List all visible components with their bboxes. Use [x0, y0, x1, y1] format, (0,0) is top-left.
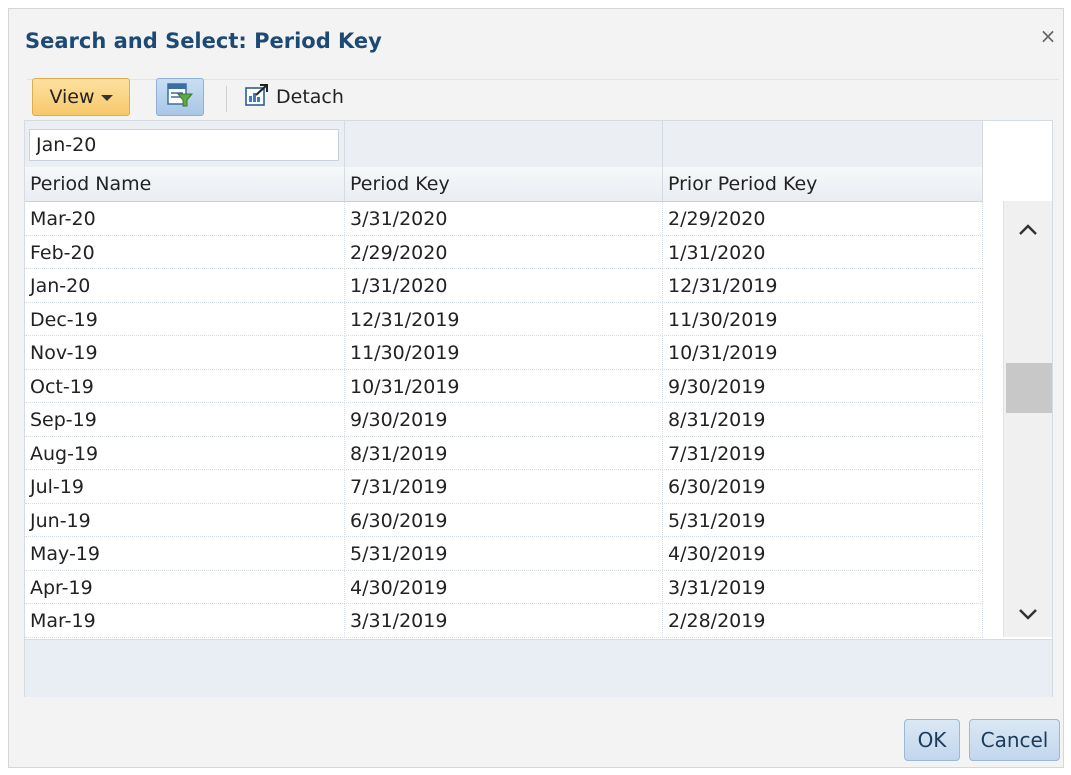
- period-key-cell: 8/31/2019: [345, 436, 663, 470]
- table-row[interactable]: Feb-20 2/29/2020 1/31/2020: [25, 235, 983, 269]
- period-key-cell: 1/31/2020: [345, 269, 663, 302]
- table-footer: [25, 639, 1052, 697]
- period-name-cell: Apr-19: [25, 570, 345, 604]
- period-key-cell: 4/30/2019: [345, 570, 663, 604]
- period-name-cell: May-19: [25, 537, 345, 570]
- chevron-down-icon: [1018, 605, 1038, 624]
- period-key-cell: 11/30/2019: [345, 336, 663, 369]
- period-key-cell: 9/30/2019: [345, 403, 663, 436]
- column-header-period-name[interactable]: Period Name: [25, 167, 345, 201]
- table-body: Mar-20 3/31/2020 2/29/2020 Feb-20 2/29/2…: [25, 202, 983, 638]
- period-key-cell: 3/31/2020: [345, 202, 663, 235]
- table-row[interactable]: Jun-19 6/30/2019 5/31/2019: [25, 503, 983, 537]
- results-table: Period Name Period Key Prior Period Key …: [24, 120, 1053, 697]
- dialog-title: Search and Select: Period Key: [25, 29, 382, 53]
- detach-icon: [244, 83, 270, 112]
- prior-period-key-cell: 10/31/2019: [663, 336, 983, 369]
- detach-label: Detach: [276, 86, 344, 108]
- filter-row: [25, 121, 983, 168]
- view-menu-button[interactable]: View: [32, 78, 130, 116]
- detach-button[interactable]: Detach: [244, 80, 344, 114]
- period-name-cell: Mar-20: [25, 202, 345, 235]
- prior-period-key-cell: 11/30/2019: [663, 302, 983, 336]
- prior-period-key-cell: 9/30/2019: [663, 369, 983, 403]
- table-row[interactable]: Oct-19 10/31/2019 9/30/2019: [25, 369, 983, 403]
- filter-cell-period-key: [345, 121, 663, 167]
- period-name-cell: Sep-19: [25, 403, 345, 436]
- column-header-period-key[interactable]: Period Key: [345, 167, 663, 201]
- period-name-cell: Nov-19: [25, 336, 345, 369]
- table-row[interactable]: May-19 5/31/2019 4/30/2019: [25, 537, 983, 571]
- prior-period-key-cell: 5/31/2019: [663, 503, 983, 537]
- prior-period-key-cell: 4/30/2019: [663, 537, 983, 570]
- query-by-example-icon: [166, 82, 194, 112]
- scroll-thumb[interactable]: [1006, 363, 1052, 413]
- scroll-up-button[interactable]: [1004, 211, 1052, 249]
- scroll-down-button[interactable]: [1004, 595, 1052, 633]
- table-row[interactable]: Apr-19 4/30/2019 3/31/2019: [25, 570, 983, 604]
- cancel-button[interactable]: Cancel: [969, 719, 1060, 761]
- toolbar-divider: [226, 86, 227, 112]
- query-by-example-button[interactable]: [156, 78, 204, 116]
- chevron-up-icon: [1018, 221, 1038, 240]
- period-name-cell: Jun-19: [25, 503, 345, 537]
- table-row[interactable]: Dec-19 12/31/2019 11/30/2019: [25, 302, 983, 336]
- period-key-cell: 7/31/2019: [345, 470, 663, 503]
- filter-cell-period-name: [25, 121, 345, 167]
- prior-period-key-cell: 12/31/2019: [663, 269, 983, 302]
- prior-period-key-cell: 1/31/2020: [663, 235, 983, 269]
- period-key-cell: 10/31/2019: [345, 369, 663, 403]
- prior-period-key-cell: 2/29/2020: [663, 202, 983, 235]
- filter-cell-prior-period-key: [663, 121, 983, 167]
- period-key-cell: 3/31/2019: [345, 604, 663, 637]
- prior-period-key-cell: 2/28/2019: [663, 604, 983, 637]
- column-header-prior-period-key[interactable]: Prior Period Key: [663, 167, 983, 201]
- chevron-down-icon: [100, 95, 113, 101]
- prior-period-key-cell: 8/31/2019: [663, 403, 983, 436]
- prior-period-key-cell: 3/31/2019: [663, 570, 983, 604]
- toolbar: View Detach: [22, 74, 1061, 118]
- close-icon[interactable]: ×: [1037, 23, 1059, 49]
- ok-button[interactable]: OK: [904, 719, 960, 761]
- scroll-header-filler: [983, 121, 1052, 201]
- period-key-cell: 2/29/2020: [345, 235, 663, 269]
- period-name-cell: Jul-19: [25, 470, 345, 503]
- table-row[interactable]: Nov-19 11/30/2019 10/31/2019: [25, 336, 983, 370]
- period-name-cell: Jan-20: [25, 269, 345, 302]
- period-name-cell: Oct-19: [25, 369, 345, 403]
- period-name-cell: Mar-19: [25, 604, 345, 637]
- table-row[interactable]: Mar-19 3/31/2019 2/28/2019: [25, 604, 983, 638]
- table-header: Period Name Period Key Prior Period Key: [25, 167, 983, 202]
- period-name-cell: Dec-19: [25, 302, 345, 336]
- prior-period-key-cell: 7/31/2019: [663, 436, 983, 470]
- table-row[interactable]: Aug-19 8/31/2019 7/31/2019: [25, 436, 983, 470]
- table-row[interactable]: Jul-19 7/31/2019 6/30/2019: [25, 470, 983, 504]
- period-name-filter-input[interactable]: [29, 129, 339, 161]
- table-row[interactable]: Sep-19 9/30/2019 8/31/2019: [25, 403, 983, 437]
- table-row[interactable]: Mar-20 3/31/2020 2/29/2020: [25, 202, 983, 236]
- vertical-scrollbar[interactable]: [1003, 201, 1052, 637]
- prior-period-key-cell: 6/30/2019: [663, 470, 983, 503]
- period-name-cell: Aug-19: [25, 436, 345, 470]
- table-row[interactable]: Jan-20 1/31/2020 12/31/2019: [25, 269, 983, 303]
- period-name-cell: Feb-20: [25, 235, 345, 269]
- period-key-cell: 5/31/2019: [345, 537, 663, 570]
- period-key-cell: 12/31/2019: [345, 302, 663, 336]
- view-button-label: View: [49, 86, 95, 108]
- period-key-cell: 6/30/2019: [345, 503, 663, 537]
